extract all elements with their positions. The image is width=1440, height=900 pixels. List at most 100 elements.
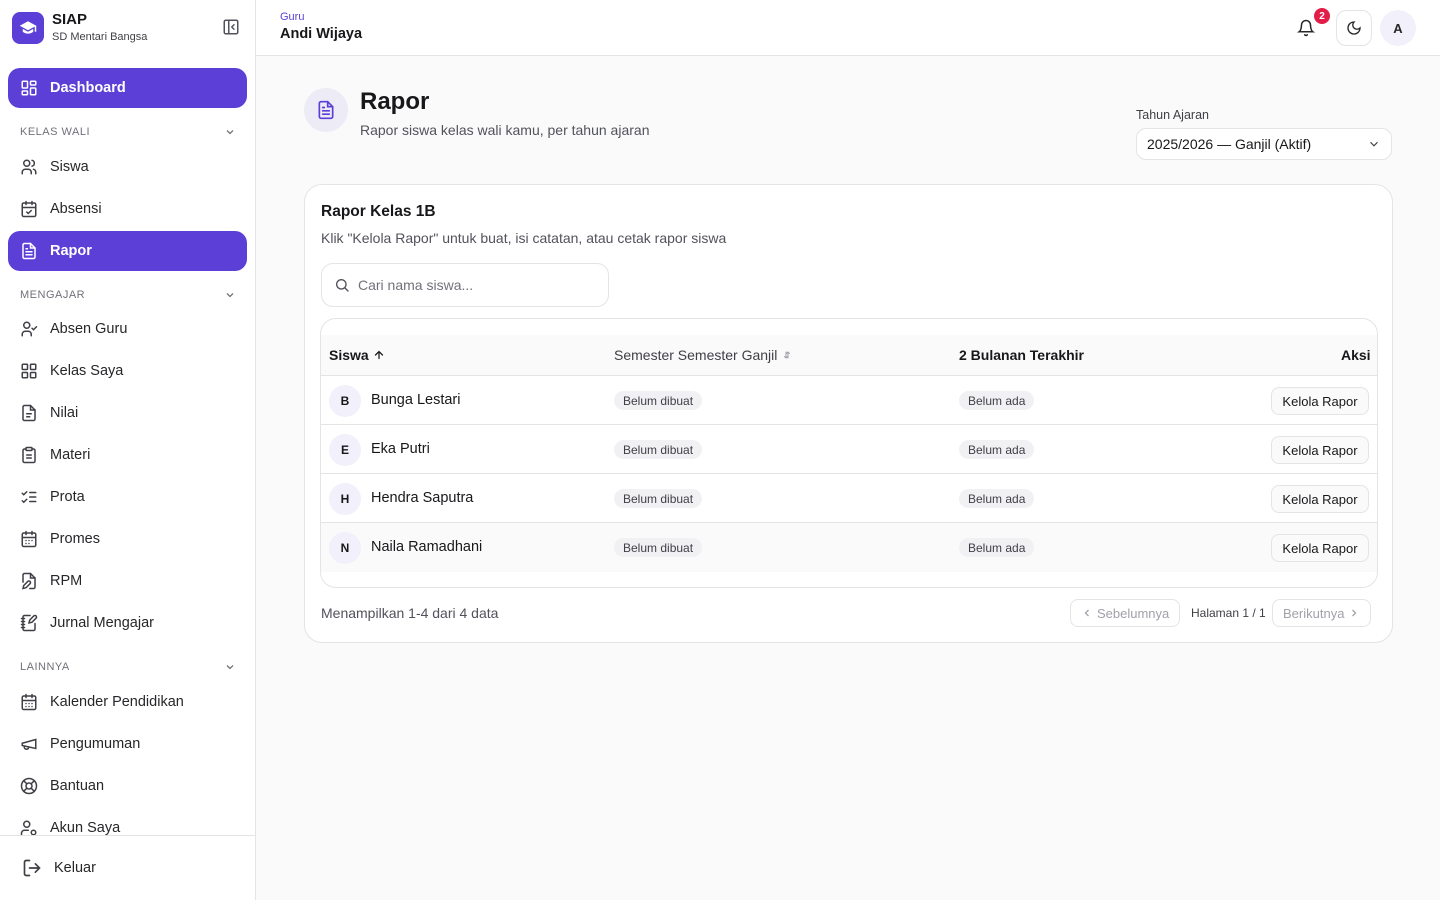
sidebar-item-label: Dashboard (50, 80, 126, 96)
sidebar-item-label: Prota (50, 489, 85, 505)
calendar-days-icon (20, 693, 38, 711)
file-edit-icon (20, 572, 38, 590)
theme-toggle-button[interactable] (1336, 10, 1372, 46)
card-title: Rapor Kelas 1B (321, 203, 436, 220)
section-title: KELAS WALI (20, 126, 91, 138)
sidebar-item-label: Absen Guru (50, 321, 128, 337)
list-checks-icon (20, 488, 38, 506)
section-kelas-wali[interactable]: KELAS WALI (20, 124, 236, 140)
sidebar-item-jurnal-mengajar[interactable]: Jurnal Mengajar (8, 603, 247, 643)
section-title: LAINNYA (20, 661, 70, 673)
sidebar-item-label: Absensi (50, 201, 102, 217)
status-badge: Belum ada (959, 440, 1035, 459)
sidebar-footer: Keluar (0, 835, 255, 900)
sidebar-item-pengumuman[interactable]: Pengumuman (8, 724, 247, 764)
search-icon (334, 277, 350, 293)
layout-grid-icon (20, 362, 38, 380)
sidebar-item-rapor[interactable]: Rapor (8, 231, 247, 271)
user-check-icon (20, 320, 38, 338)
kelola-rapor-button[interactable]: Kelola Rapor (1271, 485, 1369, 513)
table-row: N Naila Ramadhani Belum dibuat Belum ada… (321, 523, 1377, 572)
avatar: H (329, 483, 361, 515)
file-icon (20, 404, 38, 422)
sidebar-item-absensi[interactable]: Absensi (8, 189, 247, 229)
column-bulanan: 2 Bulanan Terakhir (959, 347, 1085, 363)
kelola-rapor-button[interactable]: Kelola Rapor (1271, 387, 1369, 415)
previous-page-button[interactable]: Sebelumnya (1070, 599, 1181, 627)
logout-button[interactable]: Keluar (22, 858, 96, 878)
table-row: E Eka Putri Belum dibuat Belum ada Kelol… (321, 425, 1377, 474)
next-page-button[interactable]: Berikutnya (1272, 599, 1372, 627)
sidebar-item-label: Pengumuman (50, 736, 141, 752)
year-select-value: 2025/2026 — Ganjil (Aktif) (1147, 136, 1312, 152)
student-name: Eka Putri (371, 441, 430, 457)
status-badge: Belum dibuat (614, 391, 703, 410)
section-mengajar[interactable]: MENGAJAR (20, 287, 236, 303)
sidebar-item-label: Siswa (50, 159, 89, 175)
avatar: N (329, 532, 361, 564)
log-out-icon (22, 858, 42, 878)
chevron-down-icon (224, 126, 236, 138)
section-title: MENGAJAR (20, 289, 86, 301)
sidebar-collapse-icon[interactable] (222, 18, 242, 38)
status-badge: Belum dibuat (614, 538, 703, 557)
calendar-check-icon (20, 200, 38, 218)
chevron-down-icon (224, 289, 236, 301)
column-siswa[interactable]: Siswa (329, 347, 385, 363)
year-select[interactable]: 2025/2026 — Ganjil (Aktif) (1136, 128, 1392, 160)
avatar: E (329, 434, 361, 466)
sidebar-item-bantuan[interactable]: Bantuan (8, 766, 247, 806)
megaphone-icon (20, 735, 38, 753)
sidebar-item-nilai[interactable]: Nilai (8, 393, 247, 433)
sidebar-item-kelas-saya[interactable]: Kelas Saya (8, 351, 247, 391)
sidebar-item-absen-guru[interactable]: Absen Guru (8, 309, 247, 349)
status-badge: Belum dibuat (614, 440, 703, 459)
file-text-icon (20, 242, 38, 260)
table-row: B Bunga Lestari Belum dibuat Belum ada K… (321, 376, 1377, 425)
file-text-icon (304, 88, 348, 132)
pagination-summary: Menampilkan 1-4 dari 4 data (321, 605, 499, 621)
page-info: Halaman 1 / 1 (1191, 606, 1266, 620)
sidebar-item-prota[interactable]: Prota (8, 477, 247, 517)
sidebar-item-siswa[interactable]: Siswa (8, 147, 247, 187)
sidebar-item-rpm[interactable]: RPM (8, 561, 247, 601)
brand[interactable]: SIAP SD Mentari Bangsa (12, 10, 244, 46)
status-badge: Belum ada (959, 489, 1035, 508)
column-aksi: Aksi (1341, 347, 1371, 363)
status-badge: Belum dibuat (614, 489, 703, 508)
kelola-rapor-button[interactable]: Kelola Rapor (1271, 534, 1369, 562)
table-row: H Hendra Saputra Belum dibuat Belum ada … (321, 474, 1377, 523)
users-icon (20, 158, 38, 176)
clipboard-icon (20, 446, 38, 464)
section-lainnya[interactable]: LAINNYA (20, 659, 236, 675)
notebook-pen-icon (20, 614, 38, 632)
sidebar-item-dashboard[interactable]: Dashboard (8, 68, 247, 108)
table-header: Siswa Semester Semester Ganjil 2 Bulanan… (321, 335, 1377, 376)
sort-icon (781, 349, 793, 361)
page-subtitle: Rapor siswa kelas wali kamu, per tahun a… (360, 122, 650, 138)
sidebar-item-label: Rapor (50, 243, 92, 259)
column-semester[interactable]: Semester Semester Ganjil (614, 347, 793, 363)
student-name: Hendra Saputra (371, 490, 474, 506)
calendar-icon (20, 530, 38, 548)
sidebar-item-label: Akun Saya (50, 820, 121, 836)
sidebar-item-promes[interactable]: Promes (8, 519, 247, 559)
sidebar-item-kalender-pendidikan[interactable]: Kalender Pendidikan (8, 682, 247, 722)
chevron-left-icon (1081, 607, 1093, 619)
search-box[interactable] (321, 263, 609, 307)
search-input[interactable] (358, 277, 588, 293)
student-name: Naila Ramadhani (371, 539, 483, 555)
graduation-cap-icon (12, 12, 44, 44)
kelola-rapor-button[interactable]: Kelola Rapor (1271, 436, 1369, 464)
status-badge: Belum ada (959, 538, 1035, 557)
next-label: Berikutnya (1283, 605, 1345, 621)
sidebar-item-materi[interactable]: Materi (8, 435, 247, 475)
sidebar-item-label: Kelas Saya (50, 363, 124, 379)
sidebar-item-label: RPM (50, 573, 83, 589)
column-label: Siswa (329, 347, 369, 363)
topbar: Guru Andi Wijaya 2 A (256, 0, 1440, 56)
user-name: Andi Wijaya (280, 26, 363, 42)
avatar[interactable]: A (1380, 10, 1416, 46)
avatar: B (329, 385, 361, 417)
brand-name: SIAP (52, 11, 88, 28)
